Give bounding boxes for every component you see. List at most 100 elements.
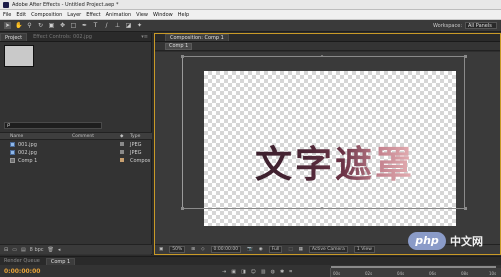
puppet-tool-icon[interactable]: ✦ (136, 22, 143, 29)
project-panel: Project Effect Controls: 002.jpg ▾≡ ρ Na… (0, 33, 152, 255)
layer-handle[interactable] (464, 207, 467, 210)
snapshot-icon[interactable]: 📷 (247, 247, 253, 252)
menu-file[interactable]: File (3, 12, 11, 18)
eraser-tool-icon[interactable]: ◪ (125, 22, 132, 29)
timeline-controls: 0:00:00:00 ⇥ ▣ ◨ ☺ ▥ ◍ ✱ ⌗ 00s 02s 04s 0… (0, 265, 501, 277)
composition-viewer[interactable]: 文字遮罩 (155, 52, 500, 244)
new-composition-icon[interactable]: ▤ (21, 247, 26, 253)
menu-composition[interactable]: Composition (31, 12, 62, 18)
after-effects-icon (3, 1, 9, 8)
watermark-text: 中文网 (450, 235, 483, 248)
column-comment[interactable]: Comment (72, 134, 94, 139)
label-swatch[interactable] (120, 142, 124, 146)
motion-blur-icon[interactable]: ◍ (271, 269, 275, 275)
interpret-footage-icon[interactable]: ⊟ (4, 247, 8, 253)
hand-tool-icon[interactable]: ✋ (15, 22, 22, 29)
column-name[interactable]: Name (10, 134, 23, 139)
new-folder-icon[interactable]: ▭ (12, 247, 17, 253)
layer-left-edge (182, 56, 183, 209)
menu-effect[interactable]: Effect (86, 12, 100, 18)
project-item-name: 002.jpg (18, 150, 37, 156)
project-item[interactable]: Comp 1 Compos (0, 157, 152, 165)
project-item-type: JPEG (130, 150, 142, 156)
window-title-bar: Adobe After Effects - Untitled Project.a… (0, 0, 501, 10)
resolution-select[interactable]: Full (268, 246, 283, 253)
layer-handle[interactable] (321, 55, 323, 57)
layer-handle[interactable] (181, 55, 184, 58)
current-time-field[interactable]: 0:00:00:00 (210, 246, 242, 253)
pen-tool-icon[interactable]: ✒ (81, 22, 88, 29)
rotate-tool-icon[interactable]: ↻ (37, 22, 44, 29)
time-ruler[interactable]: 00s 02s 04s 06s 08s 10s (330, 268, 501, 277)
project-item[interactable]: 001.jpg JPEG (0, 141, 152, 149)
magnification-select[interactable]: 50% (169, 246, 186, 253)
live-update-icon[interactable]: ▣ (231, 269, 236, 275)
menu-edit[interactable]: Edit (16, 12, 26, 18)
php-logo: php (408, 232, 446, 250)
tab-composition[interactable]: Composition: Comp 1 (165, 34, 229, 41)
workspace-select[interactable]: All Panels (465, 22, 497, 29)
project-item[interactable]: 002.jpg JPEG (0, 149, 152, 157)
mask-visibility-icon[interactable]: ◇ (201, 247, 204, 252)
ruler-tick: 10s (489, 271, 497, 276)
brainstorm-icon[interactable]: ✱ (280, 269, 284, 275)
menu-view[interactable]: View (136, 12, 148, 18)
draft-3d-icon[interactable]: ◨ (241, 269, 246, 275)
rectangle-tool-icon[interactable]: □ (70, 22, 77, 29)
menu-layer[interactable]: Layer (67, 12, 81, 18)
show-channel-icon[interactable]: ◉ (259, 247, 263, 252)
masked-text-layer[interactable]: 文字遮罩 (255, 143, 415, 187)
timeline-switches: ⇥ ▣ ◨ ☺ ▥ ◍ ✱ ⌗ (222, 269, 297, 275)
zoom-tool-icon[interactable]: ⚲ (26, 22, 33, 29)
timeline-tabs: Render Queue Comp 1 (0, 257, 501, 265)
label-column-icon[interactable]: ◆ (120, 134, 123, 139)
ruler-tick: 06s (429, 271, 437, 276)
timeline-timecode[interactable]: 0:00:00:00 (4, 268, 40, 275)
comp-flow-button[interactable]: Comp 1 (165, 43, 193, 50)
tab-project[interactable]: Project (0, 33, 28, 41)
ruler-tick: 08s (461, 271, 469, 276)
shy-layers-icon[interactable]: ☺ (251, 269, 256, 275)
ruler-tick: 02s (365, 271, 373, 276)
ruler-tick: 04s (397, 271, 405, 276)
panel-menu-icon[interactable]: ▾≡ (141, 34, 148, 40)
label-swatch[interactable] (120, 150, 124, 154)
menu-animation[interactable]: Animation (106, 12, 132, 18)
tab-comp-1[interactable]: Comp 1 (45, 258, 76, 265)
ruler-tick: 00s (333, 271, 341, 276)
image-file-icon (10, 142, 15, 147)
menu-help[interactable]: Help (178, 12, 189, 18)
transparency-grid-icon[interactable]: ▦ (299, 247, 303, 252)
clone-stamp-tool-icon[interactable]: ⊥ (114, 22, 121, 29)
region-of-interest-icon[interactable]: ⬚ (288, 247, 292, 252)
composition-navigator: Comp 1 (155, 42, 500, 51)
composition-mini-flowchart-icon[interactable]: ⇥ (222, 269, 226, 275)
graph-editor-icon[interactable]: ⌗ (289, 269, 292, 275)
frame-blending-icon[interactable]: ▥ (261, 269, 266, 275)
selection-tool-icon[interactable]: ➤ (4, 22, 11, 29)
safe-zones-icon[interactable]: ⊞ (191, 247, 195, 252)
layer-handle[interactable] (321, 207, 323, 209)
workspace-label: Workspace: (432, 22, 462, 29)
tools-panel: ➤ ✋ ⚲ ↻ ▣ ✥ □ ✒ T / ⊥ ◪ ✦ Workspace: All… (0, 20, 501, 32)
bit-depth-label[interactable]: 8 bpc (30, 247, 44, 253)
project-search-input[interactable]: ρ (4, 122, 102, 129)
delete-icon[interactable]: 🗑 (48, 247, 54, 253)
label-swatch[interactable] (120, 158, 124, 162)
scroll-left-icon[interactable]: ◂ (58, 247, 61, 253)
view-layout-select[interactable]: 1 View (353, 246, 375, 253)
tab-render-queue[interactable]: Render Queue (0, 258, 44, 265)
active-camera-select[interactable]: Active Camera (308, 246, 348, 253)
layer-handle[interactable] (464, 55, 467, 58)
tab-effect-controls[interactable]: Effect Controls: 002.jpg (29, 33, 96, 41)
menu-window[interactable]: Window (153, 12, 173, 18)
image-file-icon (10, 150, 15, 155)
always-preview-icon[interactable]: ▣ (159, 247, 163, 252)
camera-tool-icon[interactable]: ▣ (48, 22, 55, 29)
composition-icon (10, 158, 15, 163)
brush-tool-icon[interactable]: / (103, 22, 110, 29)
text-tool-icon[interactable]: T (92, 22, 99, 29)
column-type[interactable]: Type (130, 134, 140, 139)
layer-handle[interactable] (181, 207, 184, 210)
pan-behind-tool-icon[interactable]: ✥ (59, 22, 66, 29)
